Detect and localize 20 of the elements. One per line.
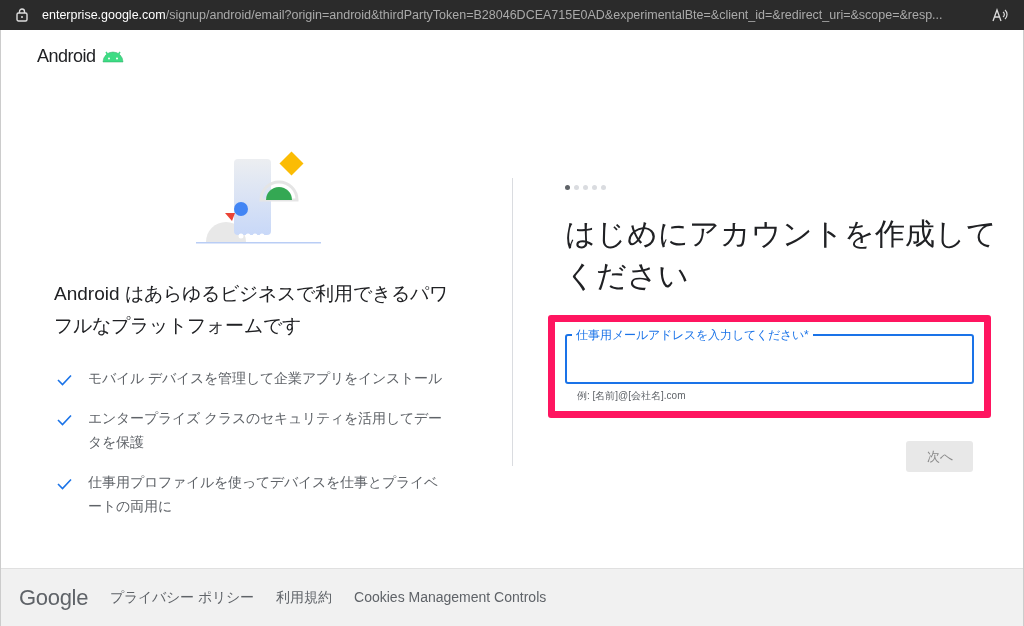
read-aloud-icon[interactable] bbox=[992, 8, 1008, 22]
url-text[interactable]: enterprise.google.com/signup/android/email?origin=android&thirdPartyToken=B28046DCEA715E0AD&experimentalBte=&client_id=&redirect_uri=&scope=&resp... bbox=[42, 5, 978, 25]
checkmark-icon bbox=[57, 374, 72, 386]
email-input-field[interactable]: 仕事用メールアドレスを入力してください* bbox=[565, 328, 974, 384]
feature-text: モバイル デバイスを管理して企業アプリをインストール bbox=[88, 369, 443, 388]
google-logo-text: Google bbox=[19, 584, 89, 612]
footer-link[interactable]: Cookies Management Controls bbox=[354, 587, 547, 608]
checkmark-icon bbox=[57, 478, 72, 490]
feature-text: 仕事用プロファイルを使ってデバイスを仕事とプライベートの両用に bbox=[88, 473, 439, 516]
email-field-label: 仕事用メールアドレスを入力してください* bbox=[575, 328, 810, 342]
android-robot-icon bbox=[100, 49, 125, 63]
feature-text: エンタープライズ クラスのセキュリティを活用してデータを保護 bbox=[88, 409, 443, 452]
footer-link[interactable]: 利用規約 bbox=[276, 587, 333, 608]
page-title: はじめにアカウントを作成してください bbox=[565, 216, 997, 294]
email-hint: 例: [名前]@[会社名].com bbox=[576, 389, 687, 403]
footer-link[interactable]: プライバシー ポリシー bbox=[110, 587, 255, 608]
android-logo-text: Android bbox=[37, 44, 96, 68]
intro-headline: Android はあらゆるビジネスで利用できるパワフルなプラットフォームです bbox=[54, 282, 449, 338]
checkmark-icon bbox=[57, 414, 72, 426]
lock-icon bbox=[16, 8, 28, 22]
